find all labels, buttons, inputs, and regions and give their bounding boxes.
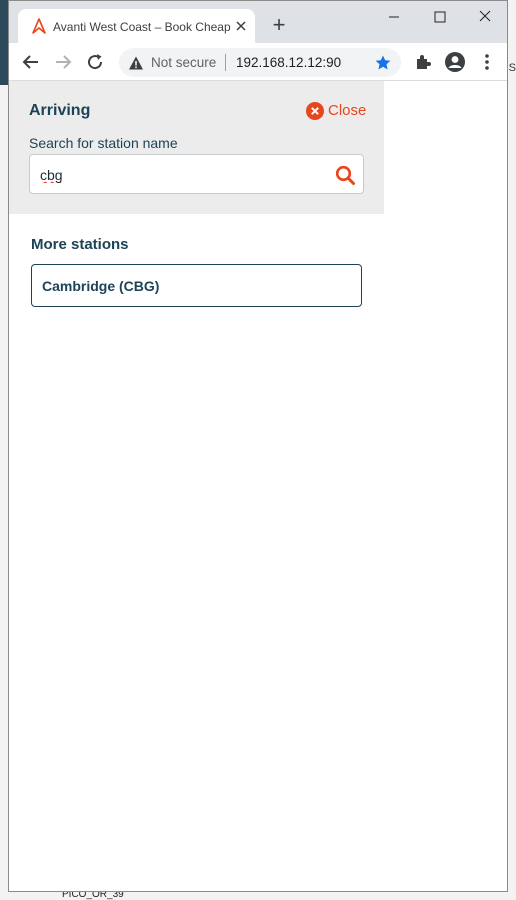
- page-content: Arriving Close Search for station name M…: [9, 81, 507, 891]
- new-tab-button[interactable]: +: [267, 14, 291, 38]
- tab-title: Avanti West Coast – Book Cheap: [53, 20, 231, 34]
- star-icon[interactable]: [374, 54, 392, 72]
- back-arrow-icon[interactable]: [19, 50, 43, 74]
- desktop-background-right: [508, 0, 516, 900]
- station-name: Cambridge (CBG): [42, 278, 160, 294]
- extensions-icon[interactable]: [411, 50, 435, 74]
- minimize-icon[interactable]: [381, 6, 407, 28]
- security-status[interactable]: Not secure: [151, 55, 216, 71]
- menu-kebab-icon[interactable]: [475, 50, 499, 74]
- browser-tab[interactable]: Avanti West Coast – Book Cheap: [18, 9, 255, 43]
- avanti-logo-icon: [32, 18, 46, 34]
- background-right-text: S: [508, 62, 516, 74]
- tab-close-icon[interactable]: [233, 18, 249, 34]
- station-option[interactable]: Cambridge (CBG): [31, 264, 362, 307]
- search-label: Search for station name: [29, 135, 178, 151]
- warning-icon[interactable]: [128, 55, 144, 71]
- close-circle-icon[interactable]: [306, 102, 324, 120]
- window-close-icon[interactable]: [472, 6, 498, 28]
- desktop-background-left-lower: [0, 85, 8, 900]
- reload-icon[interactable]: [83, 50, 107, 74]
- forward-arrow-icon[interactable]: [51, 50, 75, 74]
- browser-toolbar: Not secure 192.168.12.12:90: [9, 43, 507, 81]
- close-button[interactable]: Close: [306, 101, 366, 121]
- station-search-panel: Arriving Close Search for station name: [9, 81, 384, 214]
- url-text[interactable]: 192.168.12.12:90: [236, 55, 341, 71]
- profile-icon[interactable]: [443, 50, 467, 74]
- station-search-input[interactable]: [40, 164, 320, 186]
- address-bar[interactable]: Not secure 192.168.12.12:90: [119, 48, 401, 77]
- search-icon[interactable]: [334, 164, 356, 186]
- search-box[interactable]: [29, 154, 364, 194]
- maximize-icon[interactable]: [427, 6, 453, 28]
- panel-heading: Arriving: [29, 102, 91, 119]
- close-label[interactable]: Close: [328, 101, 366, 121]
- address-divider: [225, 54, 226, 71]
- more-stations-heading: More stations: [31, 236, 129, 253]
- browser-window: Avanti West Coast – Book Cheap + Not sec…: [8, 0, 508, 892]
- tab-strip: Avanti West Coast – Book Cheap +: [9, 1, 507, 43]
